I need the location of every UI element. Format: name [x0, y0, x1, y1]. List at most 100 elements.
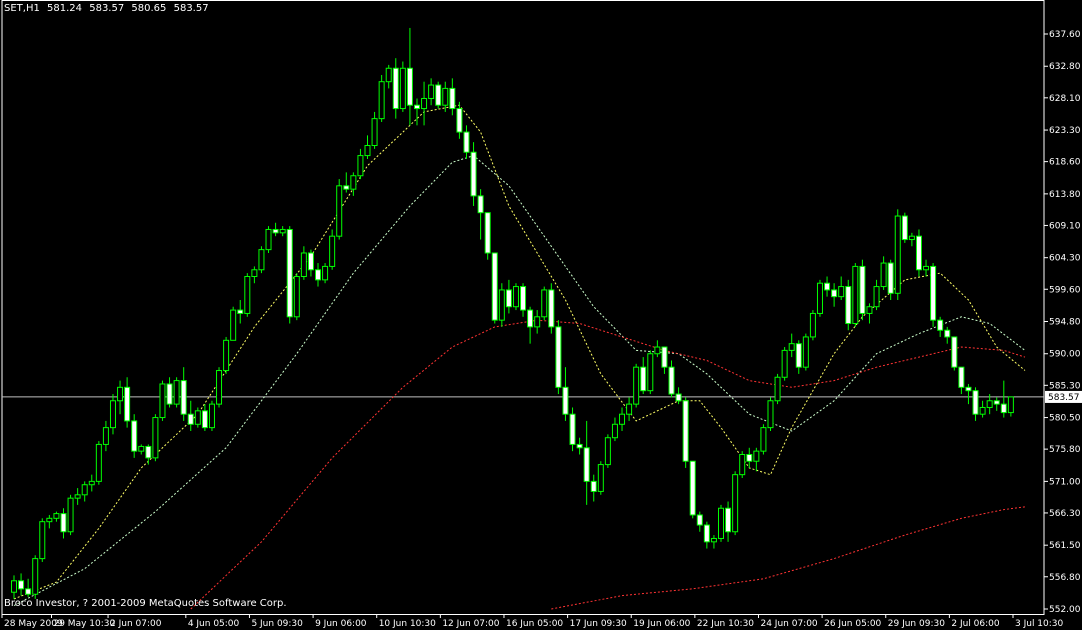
candle-body[interactable] [774, 376, 781, 402]
candle-body[interactable] [760, 427, 767, 452]
candle-body[interactable] [350, 175, 357, 190]
candle-body[interactable] [930, 265, 937, 321]
candle-body[interactable] [739, 454, 746, 476]
candle-body[interactable] [675, 393, 682, 402]
candle-body[interactable] [597, 464, 604, 492]
candle-body[interactable] [406, 67, 413, 106]
candle-body[interactable] [307, 252, 314, 271]
candle-body[interactable] [838, 286, 845, 298]
candle-body[interactable] [498, 289, 505, 321]
candle-body[interactable] [647, 353, 654, 392]
candle-body[interactable] [682, 400, 689, 462]
candle-body[interactable] [491, 252, 498, 321]
candle-body[interactable] [619, 413, 626, 425]
candle-body[interactable] [286, 228, 293, 318]
candle-body[interactable] [237, 309, 244, 314]
candle-body[interactable] [958, 366, 965, 388]
candle-body[interactable] [145, 445, 152, 459]
candle-body[interactable] [201, 410, 208, 429]
candle-body[interactable] [109, 400, 116, 429]
candle-body[interactable] [336, 185, 343, 237]
candle-body[interactable] [979, 406, 986, 415]
candle-body[interactable] [901, 215, 908, 241]
candle-body[interactable] [569, 413, 576, 445]
candle-body[interactable] [661, 346, 668, 368]
candle-body[interactable] [944, 329, 951, 338]
candle-body[interactable] [576, 443, 583, 449]
candle-body[interactable] [413, 104, 420, 110]
candle-body[interactable] [951, 336, 958, 368]
candle-body[interactable] [993, 400, 1000, 405]
candle-body[interactable] [88, 480, 95, 486]
candle-body[interactable] [449, 87, 456, 110]
candle-body[interactable] [654, 346, 661, 355]
candle-body[interactable] [95, 443, 102, 482]
candle-body[interactable] [633, 366, 640, 405]
candle-body[interactable] [852, 265, 859, 325]
candle-body[interactable] [329, 235, 336, 267]
candle-body[interactable] [640, 366, 647, 392]
candle-body[interactable] [159, 383, 166, 419]
candle-body[interactable] [527, 309, 534, 328]
candle-body[interactable] [824, 282, 831, 291]
candle-body[interactable] [873, 286, 880, 308]
candle-body[interactable] [512, 286, 519, 308]
candle-body[interactable] [626, 403, 633, 415]
price-chart[interactable]: 637.60 632.80 628.10 623.30 618.60 613.80 609.… [0, 0, 1082, 630]
candle-body[interactable] [322, 265, 329, 281]
candle-body[interactable] [859, 265, 866, 314]
candle-body[interactable] [442, 87, 449, 106]
candle-body[interactable] [845, 286, 852, 325]
candle-body[interactable] [703, 524, 710, 543]
candle-body[interactable] [138, 445, 145, 452]
candle-body[interactable] [470, 151, 477, 197]
candle-body[interactable] [421, 97, 428, 110]
candle-body[interactable] [102, 427, 109, 445]
candle-body[interactable] [265, 228, 272, 251]
candle-body[interactable] [131, 420, 138, 452]
candle-body[interactable] [428, 84, 435, 99]
candle-body[interactable] [173, 380, 180, 405]
candle-body[interactable] [1007, 396, 1014, 414]
candle-body[interactable] [972, 390, 979, 415]
candle-body[interactable] [1000, 403, 1007, 414]
candle-body[interactable] [187, 413, 194, 425]
candle-body[interactable] [463, 131, 470, 153]
candle-body[interactable] [548, 289, 555, 328]
candle-body[interactable] [74, 494, 81, 499]
candle-body[interactable] [590, 480, 597, 492]
candle-body[interactable] [392, 67, 399, 110]
candle-body[interactable] [194, 410, 201, 425]
candle-body[interactable] [166, 383, 173, 405]
candle-body[interactable] [887, 262, 894, 294]
candle-body[interactable] [555, 326, 562, 388]
candle-body[interactable] [894, 215, 901, 294]
candle-body[interactable] [272, 228, 279, 234]
candle-body[interactable] [866, 306, 873, 314]
candle-body[interactable] [208, 403, 215, 429]
candle-body[interactable] [81, 484, 88, 496]
candle-body[interactable] [152, 417, 159, 459]
candle-body[interactable] [831, 289, 838, 298]
candle-body[interactable] [223, 339, 230, 372]
candle-body[interactable] [244, 275, 251, 314]
candle-body[interactable] [965, 386, 972, 392]
candle-body[interactable] [746, 454, 753, 462]
candle-body[interactable] [583, 447, 590, 482]
candle-body[interactable] [809, 312, 816, 338]
candle-body[interactable] [293, 275, 300, 318]
candle-body[interactable] [986, 400, 993, 408]
candle-body[interactable] [802, 336, 809, 368]
candle-body[interactable] [520, 286, 527, 311]
candle-body[interactable] [67, 497, 74, 533]
candle-body[interactable] [230, 309, 237, 341]
candle-body[interactable] [725, 507, 732, 533]
candle-body[interactable] [32, 558, 39, 595]
candle-body[interactable] [279, 228, 286, 234]
candle-body[interactable] [604, 437, 611, 466]
candle-body[interactable] [399, 67, 406, 110]
candle-body[interactable] [923, 265, 930, 271]
candle-body[interactable] [39, 521, 46, 560]
candle-body[interactable] [668, 366, 675, 395]
candle-body[interactable] [258, 249, 265, 271]
